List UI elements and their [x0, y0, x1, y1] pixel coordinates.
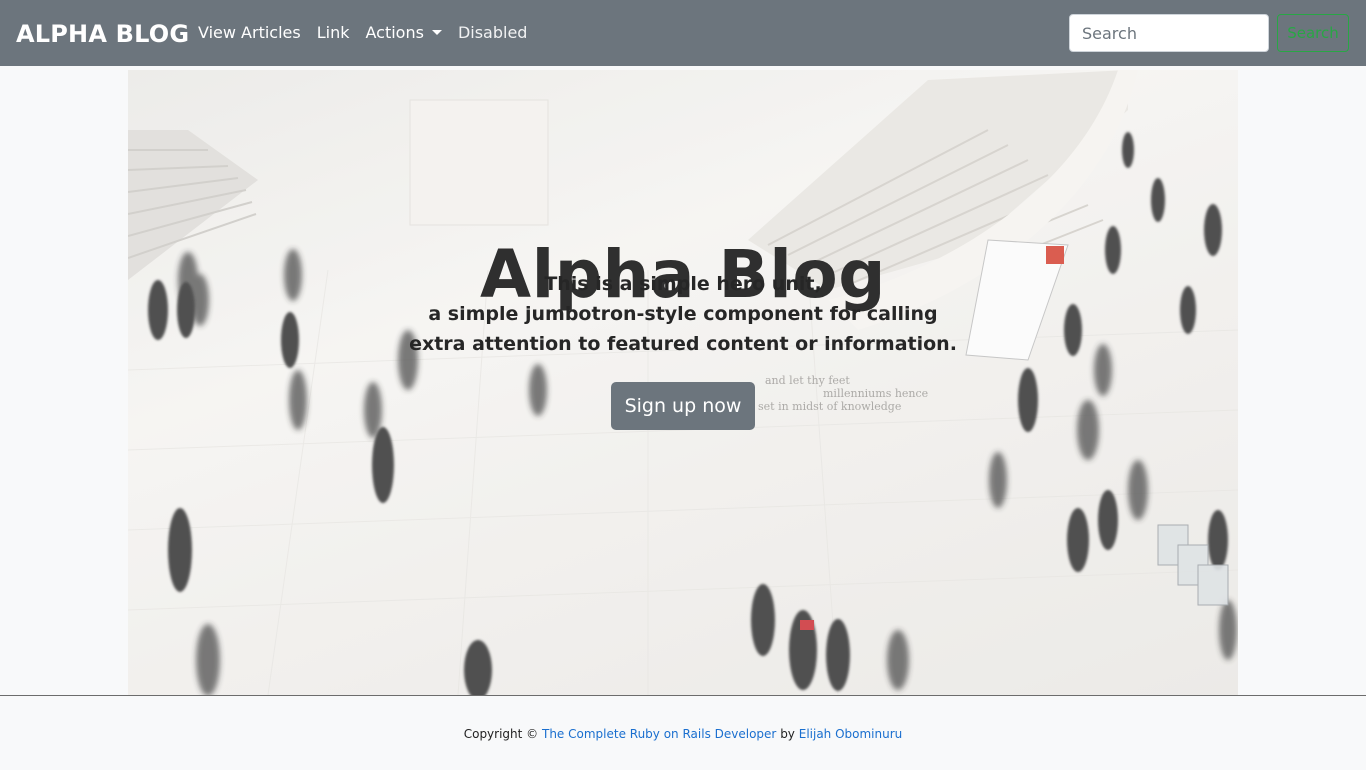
nav-view-articles[interactable]: View Articles	[190, 20, 309, 46]
page-footer: Copyright © The Complete Ruby on Rails D…	[0, 726, 1366, 742]
nav-menu: View Articles Link Actions Disabled	[190, 20, 535, 46]
signup-button[interactable]: Sign up now	[611, 382, 755, 430]
nav-disabled: Disabled	[457, 23, 528, 42]
course-link[interactable]: The Complete Ruby on Rails Developer	[542, 727, 776, 741]
hero-lead: This is a simple hero unit, a simple jum…	[128, 269, 1238, 359]
search-input[interactable]	[1069, 14, 1269, 52]
brand-logo[interactable]: ALPHA BLOG	[16, 17, 189, 51]
nav-actions-dropdown[interactable]: Actions	[357, 20, 449, 46]
search-button[interactable]: Search	[1277, 14, 1349, 52]
top-navbar: ALPHA BLOG View Articles Link Actions Di…	[0, 0, 1366, 66]
nav-link[interactable]: Link	[309, 20, 358, 46]
by-text: by	[780, 727, 795, 741]
copyright-text: Copyright ©	[463, 727, 539, 741]
hero-lead-line-1: This is a simple hero unit,	[544, 273, 822, 295]
author-link[interactable]: Elijah Obominuru	[799, 727, 903, 741]
nav-actions-label: Actions	[365, 23, 424, 42]
hero-banner: and let thy feet millenniums hence set i…	[128, 70, 1238, 695]
hero-lead-line-3: extra attention to featured content or i…	[409, 333, 957, 355]
footer-divider	[0, 695, 1366, 696]
caret-down-icon	[431, 30, 442, 35]
hero-lead-line-2: a simple jumbotron-style component for c…	[428, 303, 938, 325]
